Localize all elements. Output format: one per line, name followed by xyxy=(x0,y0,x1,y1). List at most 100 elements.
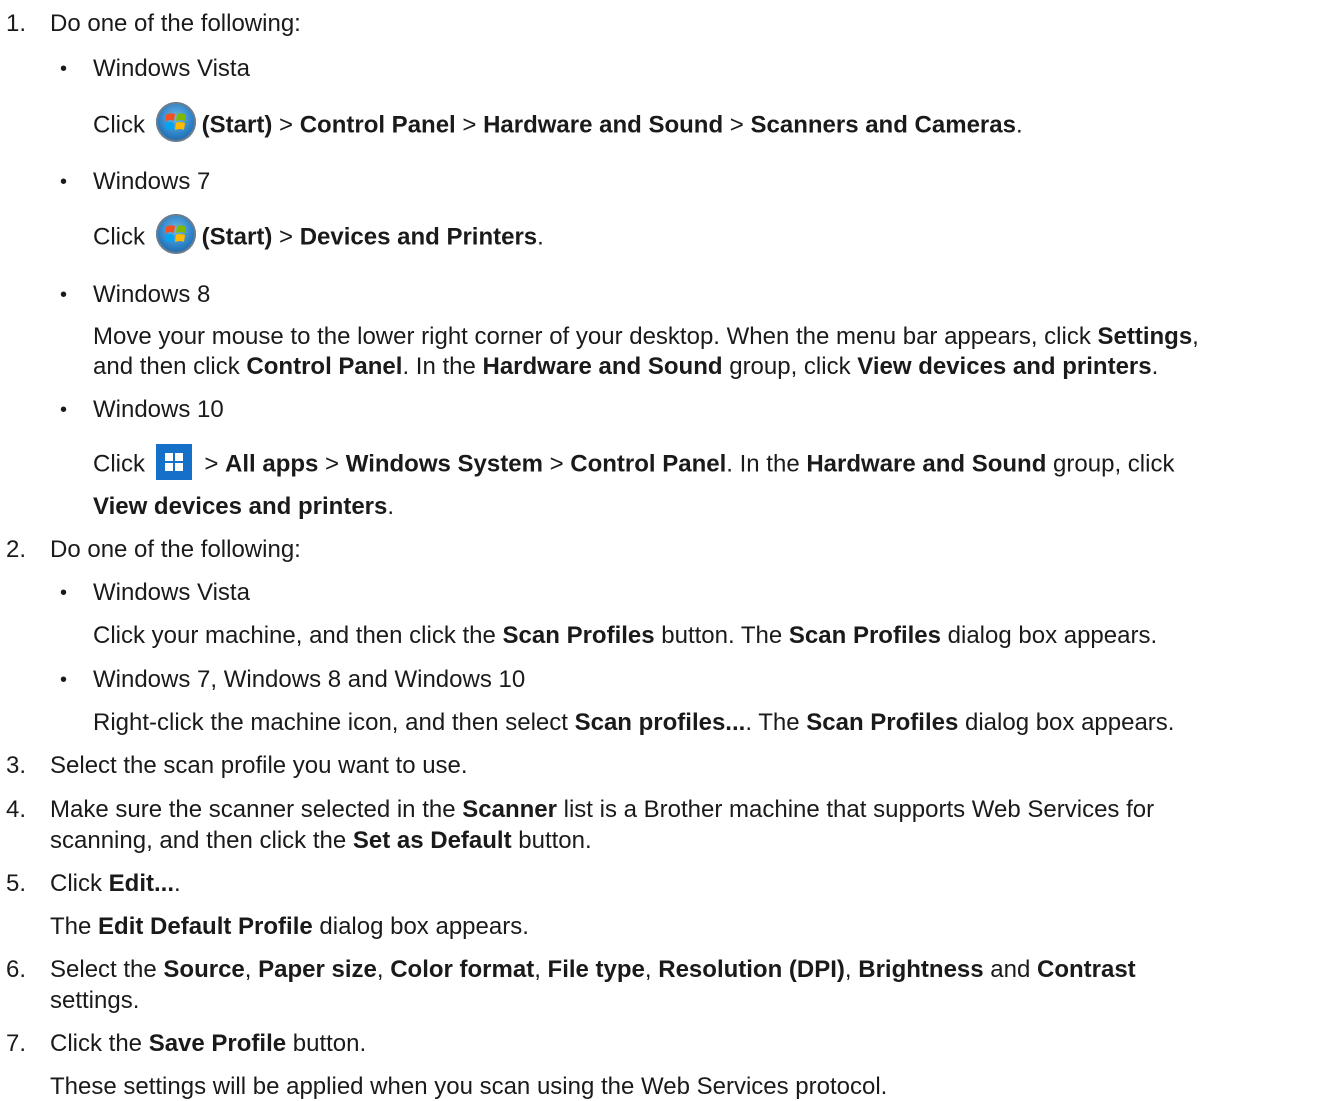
ui-term: Color format xyxy=(390,956,535,983)
instruction-line: Move your mouse to the lower right corne… xyxy=(93,323,1199,351)
ui-term: Devices and Printers xyxy=(299,223,538,251)
text-run: Click xyxy=(93,450,152,478)
text-run: > xyxy=(272,223,300,251)
ui-term: Scan Profiles xyxy=(806,709,959,736)
text-run: , xyxy=(376,956,391,983)
ui-term: Scan Profiles xyxy=(502,622,655,649)
text-run: . xyxy=(387,493,395,520)
ui-term: Brightness xyxy=(858,956,984,983)
step-number: 6. xyxy=(6,956,27,983)
ui-term: Set as Default xyxy=(352,827,512,854)
text-run: settings. xyxy=(50,987,140,1014)
bullet: • xyxy=(60,399,68,421)
text-run: button. xyxy=(511,827,592,854)
text-run: , xyxy=(244,956,259,983)
text-run: list is a Brother machine that supports … xyxy=(556,796,1155,823)
bullet: • xyxy=(60,284,68,306)
text-run: . xyxy=(1015,111,1023,139)
text-run: . xyxy=(537,223,544,251)
ui-term: Contrast xyxy=(1037,956,1136,983)
text-run: scanning, and then click the xyxy=(50,827,353,854)
step-number: 4. xyxy=(6,796,27,823)
text-run: Right-click the machine icon, and then s… xyxy=(93,709,575,736)
step-number: 1. xyxy=(6,10,27,37)
ui-term: View devices and printers xyxy=(857,353,1152,380)
text-run: , xyxy=(644,956,659,983)
text-run: dialog box appears. xyxy=(958,709,1175,736)
text-run: Click xyxy=(50,870,109,897)
text-run: , xyxy=(844,956,859,983)
text-run: Move your mouse to the lower right corne… xyxy=(93,323,1098,350)
os-label: Windows Vista xyxy=(93,55,250,82)
text-run: button. The xyxy=(654,622,789,649)
windows-10-start-icon xyxy=(155,444,192,480)
step-text: Make sure the scanner selected in the Sc… xyxy=(50,796,1154,824)
text-run: These settings will be applied when you … xyxy=(50,1073,888,1100)
text-run: . In the xyxy=(726,450,807,478)
windows-start-orb-icon xyxy=(155,102,196,142)
step-text: Do one of the following: xyxy=(50,536,301,563)
step-number: 7. xyxy=(6,1030,27,1057)
text-run: Select the scan profile you want to use. xyxy=(50,752,468,779)
text-run: group, click xyxy=(722,353,858,380)
ui-term: Control Panel xyxy=(246,353,403,380)
step-number: 3. xyxy=(6,752,27,779)
step-text-continued: settings. xyxy=(50,987,139,1015)
step-text: Select the scan profile you want to use. xyxy=(50,752,468,780)
text-run: and then click xyxy=(93,353,247,380)
ui-term: Edit Default Profile xyxy=(98,913,313,940)
text-run: , xyxy=(534,956,548,983)
instruction-line: View devices and printers. xyxy=(93,493,394,521)
os-label: Windows 8 xyxy=(93,281,211,308)
step-number: 2. xyxy=(6,536,27,563)
text-run: The xyxy=(50,913,99,940)
ui-term: Hardware and Sound xyxy=(806,450,1047,478)
text-run: > xyxy=(542,450,571,478)
ui-term: All apps xyxy=(225,450,319,478)
text-run: Select the xyxy=(50,956,164,983)
os-label: Windows 7 xyxy=(93,168,211,195)
bullet: • xyxy=(60,582,68,604)
text-run: . xyxy=(1151,353,1159,380)
text-run: group, click xyxy=(1046,450,1175,478)
os-label: Windows Vista xyxy=(93,579,250,606)
step-number: 5. xyxy=(6,870,27,897)
ui-term: Source xyxy=(163,956,245,983)
ui-term: Resolution (DPI) xyxy=(658,956,845,983)
ui-term: Windows System xyxy=(345,450,543,478)
instruction-line: and then click Control Panel. In the Har… xyxy=(93,353,1158,381)
text-run: Click the xyxy=(50,1030,149,1057)
ui-term: Save Profile xyxy=(148,1030,287,1057)
bullet: • xyxy=(60,58,68,80)
bullet: • xyxy=(60,669,68,691)
instruction-line: Click (Start) > Control Panel > Hardware… xyxy=(93,102,1023,142)
windows-start-orb-icon xyxy=(155,214,196,254)
ui-term: Settings xyxy=(1097,323,1193,350)
text-run: Click your machine, and then click the xyxy=(93,622,503,649)
step-text: Click the Save Profile button. xyxy=(50,1030,366,1058)
ui-term: Control Panel xyxy=(299,111,456,139)
ui-term: (Start) xyxy=(201,223,273,251)
step-text: Select the Source, Paper size, Color for… xyxy=(50,956,1136,984)
instruction-line: Right-click the machine icon, and then s… xyxy=(93,709,1174,737)
step-text-continued: scanning, and then click the Set as Defa… xyxy=(50,827,592,855)
step-text: Do one of the following: xyxy=(50,10,301,37)
text-run: > xyxy=(318,450,346,478)
text-run: > xyxy=(455,111,484,139)
os-label: Windows 10 xyxy=(93,396,224,423)
step-text: Click Edit.... xyxy=(50,870,181,898)
ui-term: File type xyxy=(547,956,645,983)
text-run: , xyxy=(1192,323,1199,350)
text-run: . xyxy=(174,870,181,897)
text-run: and xyxy=(983,956,1037,983)
ui-term: View devices and printers xyxy=(93,493,388,520)
ui-term: Scanners and Cameras xyxy=(750,111,1016,139)
text-run: button. xyxy=(286,1030,367,1057)
step-note: These settings will be applied when you … xyxy=(50,1073,887,1101)
ui-term: Hardware and Sound xyxy=(483,111,724,139)
instruction-line: Click your machine, and then click the S… xyxy=(93,622,1157,650)
text-run: dialog box appears. xyxy=(312,913,529,940)
os-label: Windows 7, Windows 8 and Windows 10 xyxy=(93,666,526,693)
ui-term: Scan Profiles xyxy=(788,622,941,649)
text-run: > xyxy=(272,111,300,139)
